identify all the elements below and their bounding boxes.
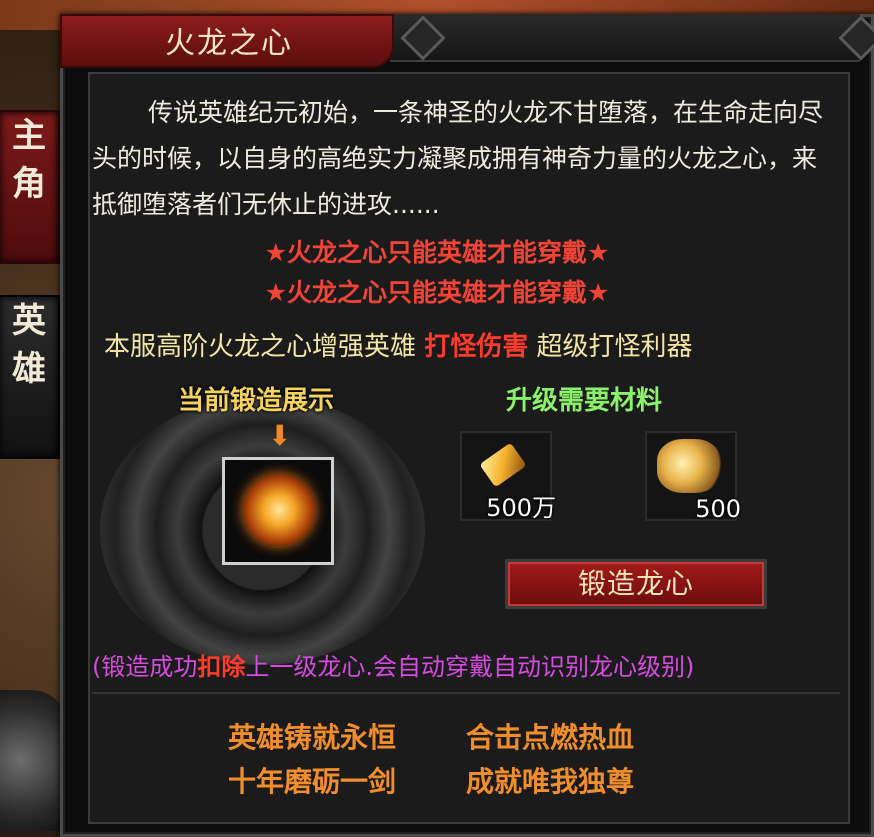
dragon-material-icon xyxy=(657,439,721,493)
rule-highlight: 扣除 xyxy=(197,653,246,681)
promo-prefix: 本服高阶火龙之心增强英雄 xyxy=(104,332,425,362)
promo-text: 本服高阶火龙之心增强英雄 打怪伤害 超级打怪利器 xyxy=(104,326,693,363)
motto-text: 英雄铸就永恒 xyxy=(228,721,397,754)
dragon-heart-icon xyxy=(243,474,315,546)
material-quantity: 500万 xyxy=(486,494,556,522)
lore-description: 传说英雄纪元初始，一条神圣的火龙不甘堕落，在生命走向尽头的时候，以自身的高绝实力… xyxy=(92,98,824,219)
motto-text: 十年磨砺一剑 xyxy=(228,765,397,798)
forge-rule-text: (锻造成功扣除上一级龙心.会自动穿戴自动识别龙心级别) xyxy=(92,647,694,682)
forge-preview-slot[interactable] xyxy=(222,457,334,565)
motto-text: 合击点燃热血 xyxy=(466,721,635,754)
promo-highlight: 打怪伤害 xyxy=(424,332,529,362)
material-slot-dragon[interactable]: 500 xyxy=(645,431,741,523)
tab-hero-label-bottom: 雄 xyxy=(12,349,46,389)
rule-part2: 上一级龙心.会自动穿戴自动识别龙心级别) xyxy=(245,653,695,681)
materials-title: 升级需要材料 xyxy=(506,386,663,416)
tab-protagonist-label-top: 主 xyxy=(12,116,46,156)
hero-only-notice: ★火龙之心只能英雄才能穿戴★ xyxy=(264,278,610,307)
hero-only-notice: ★火龙之心只能英雄才能穿戴★ xyxy=(264,238,610,267)
panel-title: 火龙之心 xyxy=(165,26,293,61)
current-forge-label: 当前锻造展示 xyxy=(178,386,335,416)
arrow-down-icon: ⬇ xyxy=(268,419,292,452)
tab-protagonist-label-bottom: 角 xyxy=(12,164,46,204)
material-slot-gold[interactable]: 500万 xyxy=(460,431,556,522)
rule-part1: (锻造成功 xyxy=(92,653,198,681)
title-bar-extension xyxy=(390,14,860,62)
tab-hero[interactable]: 英 雄 xyxy=(0,295,60,459)
motto-text: 成就唯我独尊 xyxy=(466,765,635,798)
divider xyxy=(92,692,840,694)
material-quantity: 500 xyxy=(695,495,741,523)
forge-dragon-heart-button[interactable]: 锻造龙心 xyxy=(505,559,767,609)
promo-suffix: 超级打怪利器 xyxy=(528,332,693,362)
gold-ingot-icon xyxy=(479,442,527,488)
